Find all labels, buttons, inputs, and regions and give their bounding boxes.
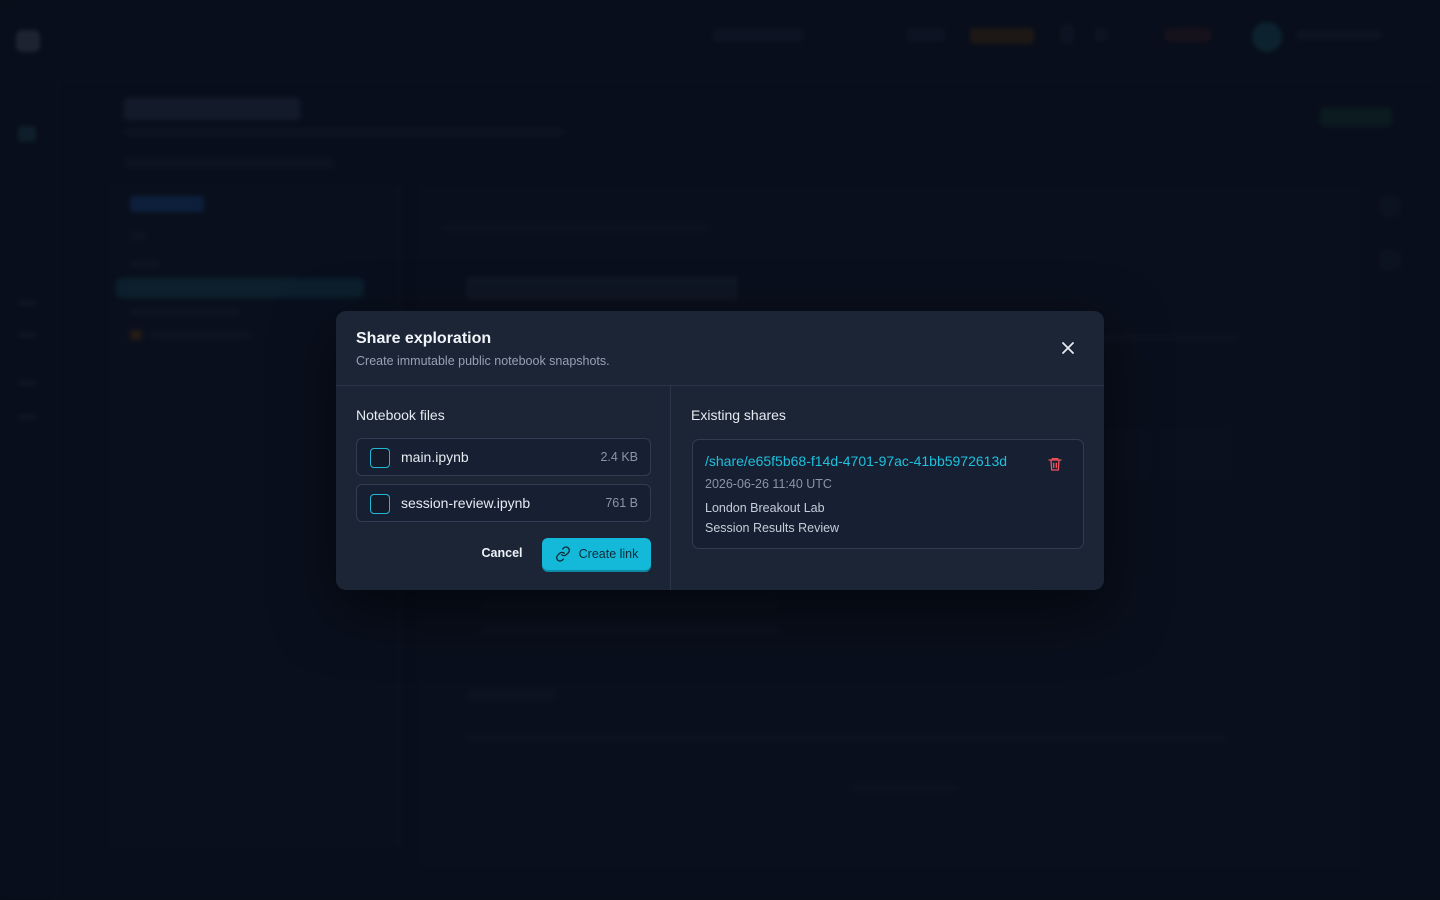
notebook-files-heading: Notebook files bbox=[356, 407, 445, 423]
notebook-files-panel: Notebook files main.ipynb 2.4 KB session… bbox=[336, 386, 671, 590]
share-timestamp: 2026-06-26 11:40 UTC bbox=[705, 477, 832, 491]
share-notebook-title: Session Results Review bbox=[705, 521, 840, 535]
existing-shares-panel: Existing shares /share/e65f5b68-f14d-470… bbox=[671, 386, 1104, 590]
file-option-main[interactable]: main.ipynb 2.4 KB bbox=[356, 438, 651, 476]
file-size: 761 B bbox=[605, 496, 638, 510]
file-size: 2.4 KB bbox=[600, 450, 638, 464]
close-button[interactable] bbox=[1056, 336, 1080, 360]
share-dialog: Share exploration Create immutable publi… bbox=[336, 311, 1104, 590]
dialog-subtitle: Create immutable public notebook snapsho… bbox=[356, 354, 610, 368]
create-link-label: Create link bbox=[578, 547, 639, 561]
delete-share-button[interactable] bbox=[1047, 456, 1063, 472]
share-item: /share/e65f5b68-f14d-4701-97ac-41bb59726… bbox=[692, 439, 1084, 549]
cancel-button[interactable]: Cancel bbox=[472, 539, 532, 567]
share-url-link[interactable]: /share/e65f5b68-f14d-4701-97ac-41bb59726… bbox=[705, 453, 1007, 469]
share-notebook-title: London Breakout Lab bbox=[705, 501, 825, 515]
create-link-button[interactable]: Create link bbox=[542, 538, 651, 570]
file-name: main.ipynb bbox=[401, 449, 469, 465]
dialog-title: Share exploration bbox=[356, 330, 492, 347]
close-icon bbox=[1062, 342, 1074, 354]
dialog-header: Share exploration Create immutable publi… bbox=[336, 311, 1104, 386]
file-name: session-review.ipynb bbox=[401, 495, 531, 511]
file-option-session-review[interactable]: session-review.ipynb 761 B bbox=[356, 484, 651, 522]
link-icon bbox=[555, 546, 570, 562]
file-checkbox[interactable] bbox=[370, 494, 390, 514]
file-checkbox[interactable] bbox=[370, 448, 390, 468]
trash-icon bbox=[1048, 458, 1062, 471]
existing-shares-heading: Existing shares bbox=[691, 407, 786, 423]
